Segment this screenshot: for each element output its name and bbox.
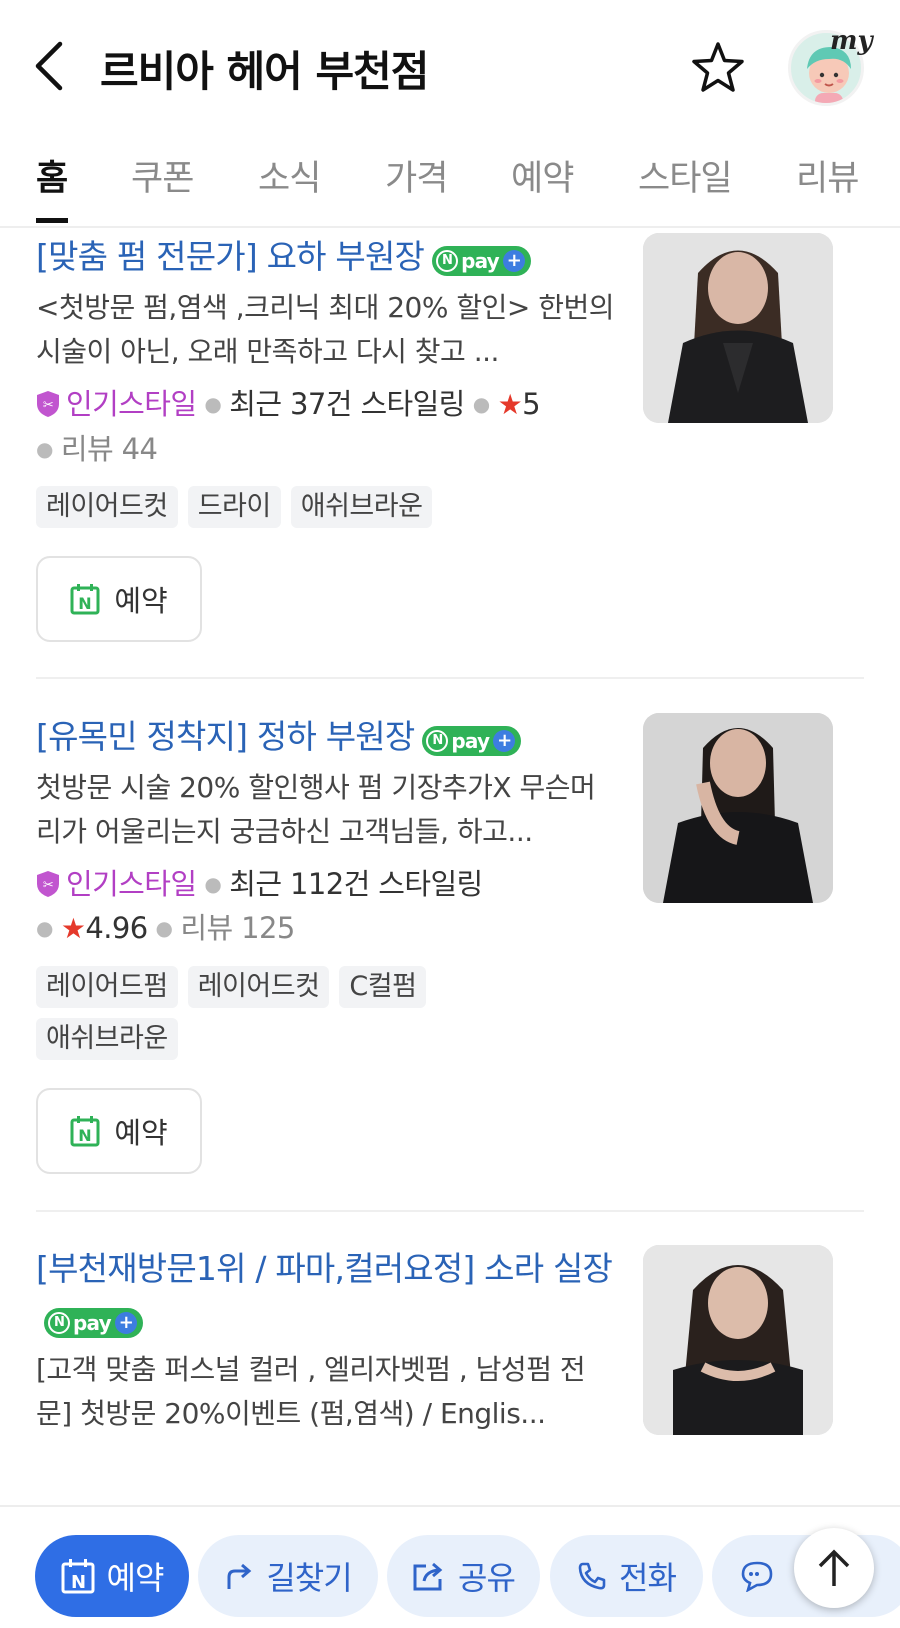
style-tag[interactable]: C컬펌 bbox=[339, 966, 427, 1008]
designer-title[interactable]: [맞춤 펌 전문가] 요하 부원장 Npay + bbox=[36, 232, 636, 282]
designer-photo[interactable] bbox=[643, 713, 833, 903]
back-arrow-icon[interactable] bbox=[30, 40, 70, 92]
recent-styling-count: 최근 112건 스타일링 bbox=[229, 867, 483, 901]
designer-meta: ✂ 인기스타일 ● 최근 112건 스타일링 ● ★4.96 ● 리뷰 125 bbox=[36, 867, 483, 945]
style-tag[interactable]: 애쉬브라운 bbox=[290, 486, 433, 528]
npay-n-icon: N bbox=[426, 730, 449, 752]
designer-name[interactable]: [부천재방문1위 / 파마,컬러요정] 소라 실장 bbox=[36, 1249, 613, 1288]
npay-badge: Npay + bbox=[44, 1308, 143, 1338]
star-rating-icon: ★ bbox=[497, 388, 523, 421]
designer-description: <첫방문 펌,염색 ,크리닉 최대 20% 할인> 한번의 시술이 아닌, 오래… bbox=[36, 291, 615, 368]
tab-price[interactable]: 가격 bbox=[385, 150, 448, 201]
chat-bubble-icon bbox=[741, 1561, 773, 1592]
star-rating-icon: ★ bbox=[60, 912, 86, 945]
designer-meta: ✂ 인기스타일 ● 최근 37건 스타일링 ● ★5 ● 리뷰 44 bbox=[36, 387, 541, 466]
designer-description: [고객 맞춤 퍼스널 컬러 , 엘리자벳펌 , 남성펌 전문] 첫방문 20%이… bbox=[36, 1353, 586, 1430]
popular-shield-icon: ✂ bbox=[37, 871, 59, 897]
svg-text:N: N bbox=[71, 1572, 85, 1593]
style-tags: 레이어드펌 레이어드컷 C컬펌애쉬브라운 bbox=[36, 966, 636, 1070]
svg-text:✂: ✂ bbox=[43, 398, 54, 413]
popular-style-label: 인기스타일 bbox=[66, 387, 197, 421]
scroll-to-top-button[interactable] bbox=[794, 1528, 874, 1608]
designer-name[interactable]: [유목민 정착지] 정하 부원장 bbox=[36, 717, 415, 756]
designer-list: [맞춤 펌 전문가] 요하 부원장 Npay + <첫방문 펌,염색 ,크리닉 최대… bbox=[0, 230, 900, 1505]
style-tag[interactable]: 드라이 bbox=[187, 486, 281, 528]
style-tag[interactable]: 레이어드컷 bbox=[187, 966, 330, 1008]
reserve-label: 예약 bbox=[114, 584, 168, 618]
bottom-action-bar: N 예약 길찾기 공유 전화 bbox=[0, 1505, 900, 1628]
npay-plus-icon: + bbox=[502, 250, 525, 272]
svg-text:✂: ✂ bbox=[43, 878, 54, 893]
top-header: 르비아 헤어 부천점 my bbox=[0, 0, 900, 135]
reserve-button[interactable]: N 예약 bbox=[36, 556, 202, 642]
designer-description: 첫방문 시술 20% 할인행사 펌 기장추가X 무슨머리가 어울리는지 궁금하신… bbox=[36, 771, 596, 848]
tab-coupon[interactable]: 쿠폰 bbox=[131, 150, 194, 201]
npay-plus-icon: + bbox=[493, 730, 516, 752]
reserve-action-label: 예약 bbox=[106, 1559, 165, 1597]
naver-calendar-icon: N bbox=[70, 584, 100, 615]
npay-n-icon: N bbox=[48, 1312, 70, 1334]
designer-photo[interactable] bbox=[643, 1245, 833, 1435]
svg-text:N: N bbox=[79, 1126, 92, 1145]
designer-title[interactable]: [유목민 정착지] 정하 부원장 Npay + bbox=[36, 712, 636, 762]
style-tag[interactable]: 레이어드펌 bbox=[36, 966, 178, 1008]
designer-name[interactable]: [맞춤 펌 전문가] 요하 부원장 bbox=[36, 237, 425, 276]
arrow-up-icon bbox=[818, 1549, 850, 1586]
naver-calendar-icon: N bbox=[70, 1116, 100, 1147]
calendar-icon: N bbox=[61, 1559, 95, 1594]
rating-value: 5 bbox=[522, 387, 540, 421]
designer-title[interactable]: [부천재방문1위 / 파마,컬러요정] 소라 실장 Npay + bbox=[36, 1244, 626, 1344]
style-tags: 레이어드컷 드라이 애쉬브라운 bbox=[36, 486, 636, 538]
tab-reservation[interactable]: 예약 bbox=[511, 150, 574, 201]
review-count: 리뷰 125 bbox=[180, 911, 295, 945]
reserve-action-button[interactable]: N 예약 bbox=[35, 1535, 189, 1617]
directions-icon bbox=[227, 1563, 252, 1589]
npay-n-icon: N bbox=[436, 250, 459, 272]
reserve-label: 예약 bbox=[114, 1116, 168, 1150]
phone-icon bbox=[578, 1562, 606, 1590]
call-button[interactable]: 전화 bbox=[550, 1535, 703, 1617]
directions-button[interactable]: 길찾기 bbox=[198, 1535, 378, 1617]
share-button[interactable]: 공유 bbox=[387, 1535, 540, 1617]
my-label: my bbox=[830, 26, 873, 56]
designer-photo[interactable] bbox=[643, 233, 833, 423]
tab-bar: 홈 쿠폰 소식 가격 예약 스타일 리뷰 bbox=[0, 140, 900, 228]
divider bbox=[36, 677, 864, 679]
divider bbox=[36, 1210, 864, 1212]
npay-label: pay bbox=[451, 729, 490, 753]
review-count: 리뷰 44 bbox=[60, 432, 158, 466]
call-label: 전화 bbox=[619, 1559, 677, 1597]
share-icon bbox=[413, 1562, 443, 1591]
svg-text:N: N bbox=[79, 594, 92, 613]
style-tag[interactable]: 레이어드컷 bbox=[36, 486, 178, 528]
tab-home[interactable]: 홈 bbox=[36, 150, 68, 201]
share-label: 공유 bbox=[458, 1559, 516, 1597]
npay-badge: Npay + bbox=[422, 726, 522, 756]
directions-label: 길찾기 bbox=[266, 1559, 352, 1597]
rating-value: 4.96 bbox=[85, 911, 148, 945]
popular-style-label: 인기스타일 bbox=[66, 867, 197, 901]
npay-label: pay bbox=[461, 249, 500, 273]
tab-style[interactable]: 스타일 bbox=[638, 150, 733, 201]
npay-badge: Npay + bbox=[432, 246, 531, 276]
recent-styling-count: 최근 37건 스타일링 bbox=[229, 387, 465, 421]
tab-review[interactable]: 리뷰 bbox=[796, 150, 859, 201]
reserve-button[interactable]: N 예약 bbox=[36, 1088, 202, 1174]
page-title: 르비아 헤어 부천점 bbox=[100, 47, 429, 96]
npay-plus-icon: + bbox=[114, 1312, 137, 1334]
active-tab-indicator bbox=[36, 218, 68, 223]
tab-news[interactable]: 소식 bbox=[258, 150, 321, 201]
style-tag[interactable]: 애쉬브라운 bbox=[36, 1018, 178, 1060]
popular-shield-icon: ✂ bbox=[37, 391, 59, 417]
star-outline-icon[interactable] bbox=[690, 40, 746, 96]
npay-label: pay bbox=[73, 1311, 112, 1335]
